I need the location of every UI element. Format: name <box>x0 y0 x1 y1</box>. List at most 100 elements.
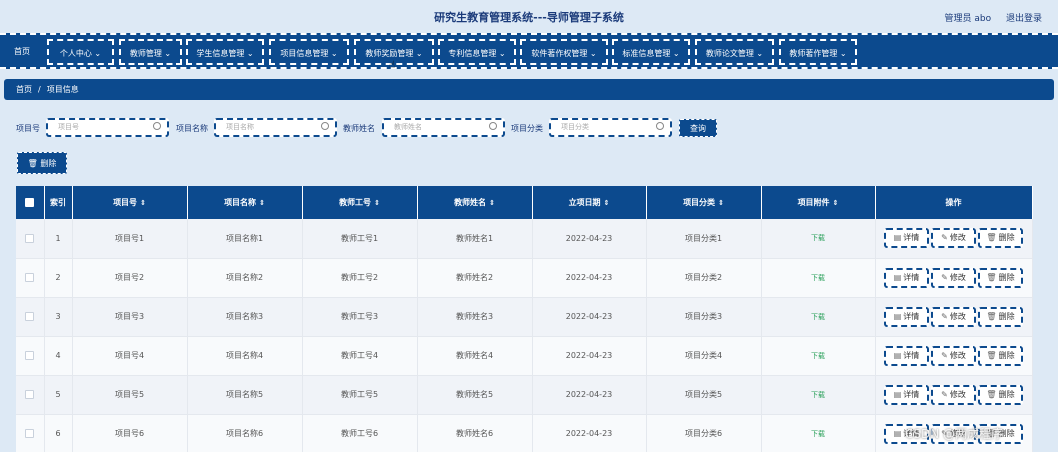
checkbox[interactable] <box>25 390 35 399</box>
nav-home[interactable]: 首页 <box>6 39 38 65</box>
sort-icon[interactable]: ⇕ <box>489 199 495 207</box>
nav-label: 标准信息管理 <box>622 49 671 58</box>
checkbox[interactable] <box>25 351 35 360</box>
sort-icon[interactable]: ⇕ <box>374 199 380 207</box>
user-area: 管理员 abo 退出登录 <box>933 11 1043 24</box>
cell-teacher-name: 教师姓名5 <box>417 375 533 415</box>
download-link[interactable]: 下载 <box>811 313 825 321</box>
search-input-code[interactable]: 项目号 <box>46 118 169 137</box>
detail-button[interactable]: ▤ 详情 <box>884 384 929 405</box>
row-select[interactable] <box>16 297 45 337</box>
nav-label: 个人中心 <box>59 49 92 58</box>
header-label: 项目号 <box>113 198 138 207</box>
batch-delete-button[interactable]: 🗑 删除 <box>17 152 67 174</box>
button-label: 删除 <box>998 389 1015 399</box>
edit-button[interactable]: ✎ 修改 <box>931 267 976 288</box>
header-select-all[interactable] <box>16 186 45 219</box>
header-attachment[interactable]: 项目附件 ⇕ <box>761 186 876 219</box>
header-teacher-no[interactable]: 教师工号 ⇕ <box>302 186 418 219</box>
header-category[interactable]: 项目分类 ⇕ <box>646 186 762 219</box>
nav-personal-center[interactable]: 个人中心 ⌄ <box>47 39 114 65</box>
nav-teacher-mgmt[interactable]: 教师管理 ⌄ <box>119 39 182 65</box>
search-label-code: 项目号 <box>16 124 40 133</box>
breadcrumb-separator: / <box>38 85 41 94</box>
checkbox[interactable] <box>25 429 35 438</box>
delete-button[interactable]: 🗑 删除 <box>978 345 1023 366</box>
checkbox[interactable] <box>25 233 35 243</box>
trash-icon: 🗑 <box>986 272 997 282</box>
search-label-teacher: 教师姓名 <box>343 124 375 133</box>
nav-software-copyright[interactable]: 软件著作权管理 ⌄ <box>520 39 608 65</box>
checkbox[interactable] <box>25 273 35 282</box>
cell-category: 项目分类1 <box>646 219 762 259</box>
sort-icon[interactable]: ⇕ <box>259 199 265 207</box>
breadcrumb-current: 项目信息 <box>46 85 79 94</box>
download-link[interactable]: 下载 <box>811 430 825 438</box>
delete-button[interactable]: 🗑 删除 <box>978 267 1023 288</box>
nav-standard-info[interactable]: 标准信息管理 ⌄ <box>612 39 690 65</box>
header-date[interactable]: 立项日期 ⇕ <box>532 186 647 219</box>
sort-icon[interactable]: ⇕ <box>140 199 146 207</box>
chevron-down-icon: ⌄ <box>589 49 597 58</box>
nav-label: 软件著作权管理 <box>531 49 588 58</box>
trash-icon: 🗑 <box>986 350 997 360</box>
edit-button[interactable]: ✎ 修改 <box>931 306 976 327</box>
table-row: 6 项目号6 项目名称6 教师工号6 教师姓名6 2022-04-23 项目分类6 下载 ▤ 详情… <box>16 414 1033 452</box>
document-icon: ▤ <box>893 428 902 438</box>
breadcrumb-home[interactable]: 首页 <box>16 85 32 94</box>
download-link[interactable]: 下载 <box>811 234 825 242</box>
checkbox[interactable] <box>25 312 35 321</box>
query-button[interactable]: 查询 <box>679 119 717 137</box>
nav-label: 教师管理 <box>129 49 162 58</box>
chevron-down-icon: ⌄ <box>246 49 254 58</box>
header-name[interactable]: 项目名称 ⇕ <box>187 186 303 219</box>
cell-name: 项目名称3 <box>187 297 303 337</box>
nav-student-info[interactable]: 学生信息管理 ⌄ <box>186 39 264 65</box>
table-row: 1 项目号1 项目名称1 教师工号1 教师姓名1 2022-04-23 项目分类1 下载 ▤ 详情… <box>16 219 1033 259</box>
cell-name: 项目名称6 <box>187 414 303 452</box>
input-placeholder: 项目分类 <box>561 123 589 131</box>
row-select[interactable] <box>16 336 45 376</box>
detail-button[interactable]: ▤ 详情 <box>884 228 929 249</box>
download-link[interactable]: 下载 <box>811 274 825 282</box>
delete-button[interactable]: 🗑 删除 <box>978 384 1023 405</box>
cell-teacher-no: 教师工号6 <box>302 414 418 452</box>
button-label: 修改 <box>949 311 966 321</box>
checkbox[interactable] <box>25 198 35 207</box>
current-user[interactable]: 管理员 abo <box>945 14 992 24</box>
row-select[interactable] <box>16 258 45 298</box>
table-header-row: 索引 项目号 ⇕ 项目名称 ⇕ 教师工号 ⇕ 教师姓名 ⇕ 立项日期 ⇕ 项目分类 ⇕ 项目… <box>16 186 1033 219</box>
button-label: 修改 <box>949 272 966 282</box>
download-link[interactable]: 下载 <box>811 391 825 399</box>
search-input-name[interactable]: 项目名称 <box>214 118 337 137</box>
row-select[interactable] <box>16 375 45 415</box>
logout-link[interactable]: 退出登录 <box>1006 14 1042 24</box>
cell-teacher-name: 教师姓名2 <box>417 258 533 298</box>
input-placeholder: 项目号 <box>58 123 79 131</box>
cell-attachment: 下载 <box>761 258 876 298</box>
sort-icon[interactable]: ⇕ <box>604 199 610 207</box>
trash-icon: 🗑 <box>986 311 997 321</box>
detail-button[interactable]: ▤ 详情 <box>884 345 929 366</box>
header-teacher-name[interactable]: 教师姓名 ⇕ <box>417 186 533 219</box>
edit-button[interactable]: ✎ 修改 <box>931 384 976 405</box>
download-link[interactable]: 下载 <box>811 352 825 360</box>
search-input-teacher[interactable]: 教师姓名 <box>382 118 505 137</box>
detail-button[interactable]: ▤ 详情 <box>884 306 929 327</box>
row-select[interactable] <box>16 414 45 452</box>
pencil-icon: ✎ <box>941 311 948 321</box>
header-code[interactable]: 项目号 ⇕ <box>72 186 188 219</box>
edit-button[interactable]: ✎ 修改 <box>931 345 976 366</box>
sort-icon[interactable]: ⇕ <box>833 199 839 207</box>
nav-teacher-paper[interactable]: 教师论文管理 ⌄ <box>695 39 774 65</box>
sort-icon[interactable]: ⇕ <box>718 199 724 207</box>
row-select[interactable] <box>16 219 45 259</box>
edit-button[interactable]: ✎ 修改 <box>931 228 976 249</box>
nav-project-info[interactable]: 项目信息管理 ⌄ <box>269 39 349 65</box>
delete-button[interactable]: 🗑 删除 <box>978 306 1023 327</box>
delete-button[interactable]: 🗑 删除 <box>978 228 1023 249</box>
nav-patent-info[interactable]: 专利信息管理 ⌄ <box>438 39 516 65</box>
nav-teacher-book[interactable]: 教师著作管理 ⌄ <box>779 39 857 65</box>
detail-button[interactable]: ▤ 详情 <box>884 267 929 288</box>
search-input-category[interactable]: 项目分类 <box>549 118 672 137</box>
